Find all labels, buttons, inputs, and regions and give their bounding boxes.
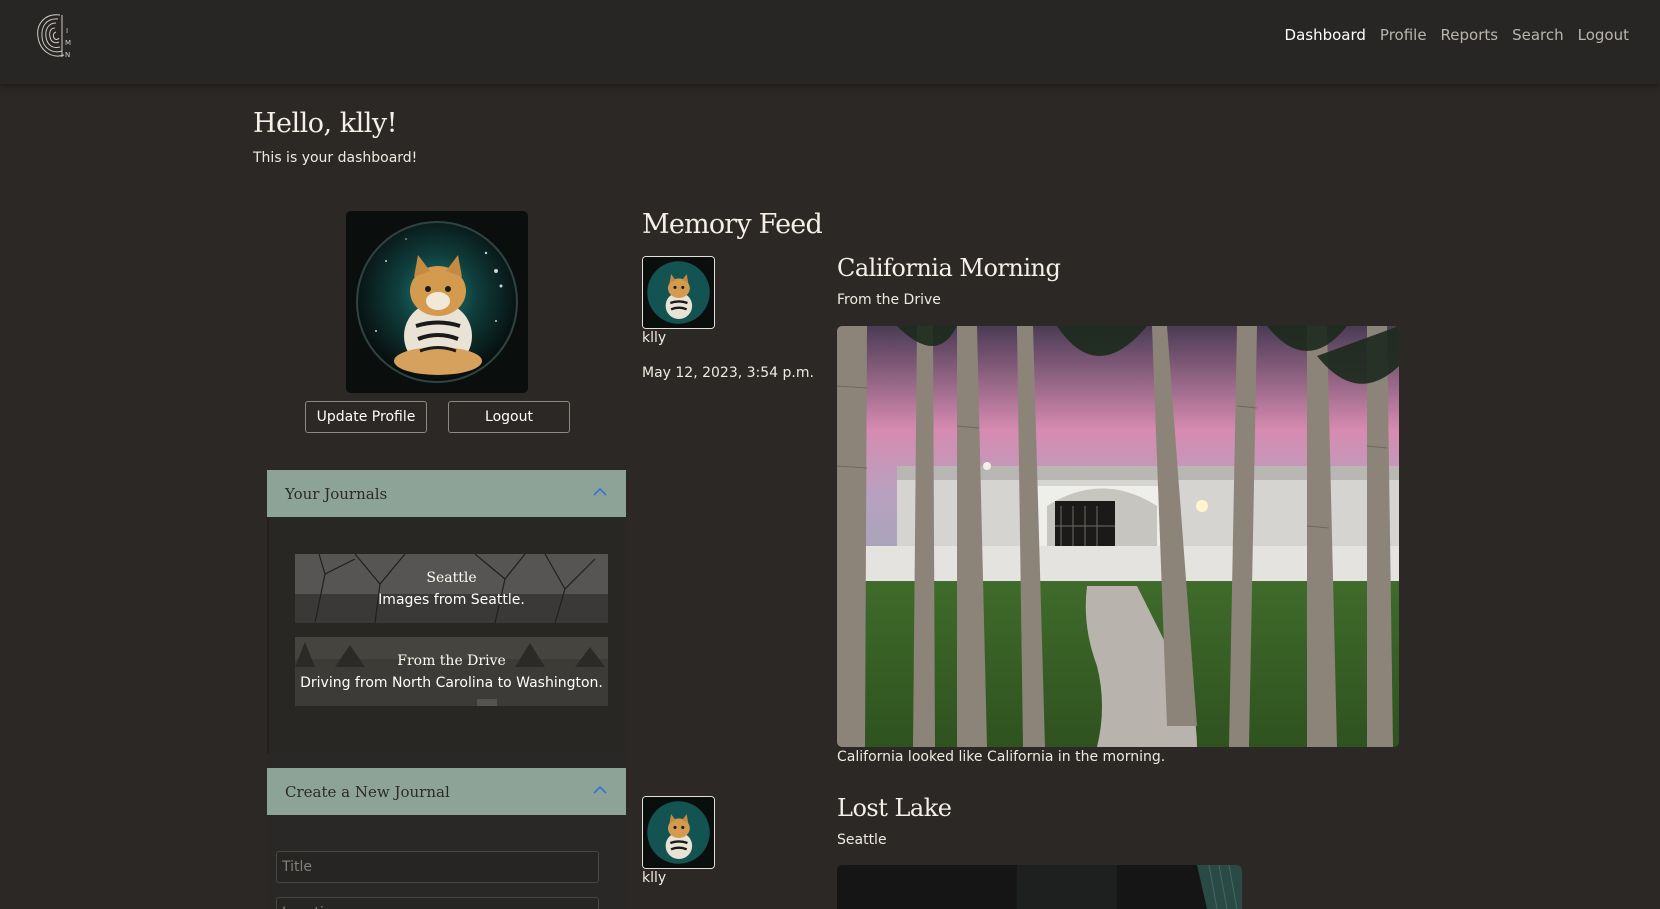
post-journal-name[interactable]: From the Drive [837, 292, 941, 308]
post-photo-lost-lake[interactable] [837, 865, 1242, 909]
journal-title-input[interactable] [276, 851, 599, 883]
post-title: California Morning [837, 254, 1061, 282]
post-username[interactable]: klly [642, 870, 666, 886]
nav-dashboard[interactable]: Dashboard [1285, 26, 1366, 44]
site-logo[interactable]: I M N [34, 11, 78, 61]
journal-title: Seattle [426, 569, 477, 586]
update-profile-button[interactable]: Update Profile [305, 401, 427, 433]
journal-description: Driving from North Carolina to Washingto… [300, 674, 603, 691]
nav-search[interactable]: Search [1512, 26, 1564, 44]
nav-logout[interactable]: Logout [1578, 26, 1629, 44]
greeting-title: Hello, klly! [253, 108, 397, 139]
journal-description: Images from Seattle. [378, 591, 525, 608]
journal-card-seattle[interactable]: Seattle Images from Seattle. [295, 554, 608, 623]
your-journals-header[interactable]: Your Journals [267, 470, 626, 517]
nav-profile[interactable]: Profile [1380, 26, 1427, 44]
journal-card-from-the-drive[interactable]: From the Drive Driving from North Caroli… [295, 637, 608, 706]
profile-avatar [346, 211, 528, 393]
nav-reports[interactable]: Reports [1441, 26, 1499, 44]
journal-bg-trees-image [295, 554, 608, 623]
your-journals-label: Your Journals [285, 484, 388, 503]
journal-bg-forest-image [295, 637, 608, 706]
svg-text:N: N [65, 51, 70, 59]
journal-title: From the Drive [397, 652, 506, 669]
create-journal-label: Create a New Journal [285, 782, 450, 801]
post-user-avatar[interactable] [642, 256, 715, 329]
post-photo-palms[interactable] [837, 326, 1399, 747]
post-caption: California looked like California in the… [837, 749, 1166, 765]
post-date: May 12, 2023, 3:54 p.m. [642, 365, 814, 381]
create-journal-header[interactable]: Create a New Journal [267, 768, 626, 815]
svg-text:M: M [65, 39, 71, 47]
chevron-up-icon [593, 785, 607, 794]
post-user-avatar[interactable] [642, 796, 715, 869]
post-title: Lost Lake [837, 794, 952, 822]
svg-text:I: I [66, 27, 68, 35]
greeting-subtitle: This is your dashboard! [253, 150, 418, 166]
journal-location-input[interactable] [276, 897, 599, 909]
post-journal-name[interactable]: Seattle [837, 832, 887, 848]
chevron-up-icon [593, 487, 607, 496]
post-username[interactable]: klly [642, 330, 666, 346]
logout-button[interactable]: Logout [448, 401, 570, 433]
top-navbar: I M N Dashboard Profile Reports Search L… [0, 0, 1660, 84]
your-journals-body [267, 517, 623, 753]
memory-feed-title: Memory Feed [642, 209, 823, 240]
nav-links: Dashboard Profile Reports Search Logout [1271, 26, 1629, 44]
